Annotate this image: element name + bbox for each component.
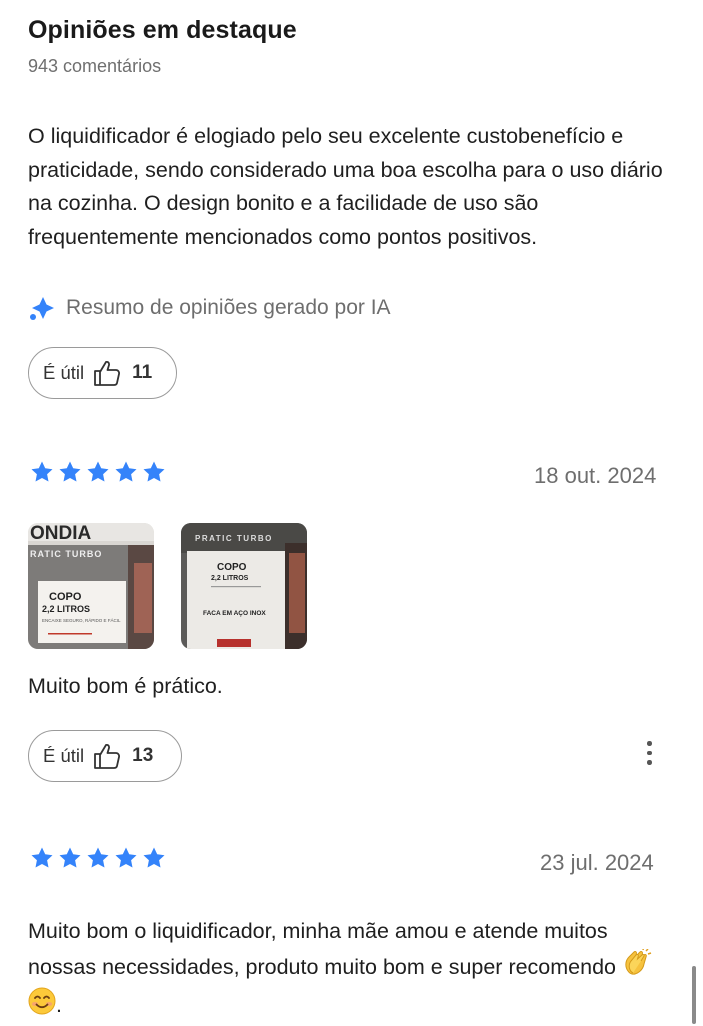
photo-line3-text: FACA EM AÇO INOX xyxy=(203,610,266,617)
review-text: Muito bom o liquidificador, minha mãe am… xyxy=(28,919,617,979)
star-icon xyxy=(59,461,81,482)
smiling-face-icon xyxy=(28,987,56,1026)
star-icon xyxy=(143,461,165,482)
star-icon xyxy=(115,461,137,482)
review-date: 18 out. 2024 xyxy=(534,463,657,488)
review-photo[interactable]: PRATIC TURBO COPO 2,2 LITROS FACA EM AÇO… xyxy=(181,523,307,649)
useful-button[interactable]: É útil 13 xyxy=(28,730,182,782)
star-icon xyxy=(87,461,109,482)
ai-summary-text: O liquidificador é elogiado pelo seu exc… xyxy=(28,124,663,249)
star-icon xyxy=(115,847,137,868)
star-icon xyxy=(59,847,81,868)
photo-line1-text: COPO xyxy=(217,562,247,573)
photo-line2-text: 2,2 LITROS xyxy=(211,575,249,582)
ai-summary-label: Resumo de opiniões gerado por IA xyxy=(66,296,391,319)
star-icon xyxy=(87,847,109,868)
review-photo[interactable]: ONDIA RATIC TURBO COPO 2,2 LITROS ENCAIX… xyxy=(28,523,154,649)
photo-brand-text: ONDIA xyxy=(30,523,92,544)
rating-stars xyxy=(30,846,166,870)
star-icon xyxy=(143,847,165,868)
comments-count: 943 comentários xyxy=(28,56,162,76)
photo-line2-text: 2,2 LITROS xyxy=(42,604,90,614)
section-title: Opiniões em destaque xyxy=(28,16,297,44)
star-icon xyxy=(31,847,53,868)
review-text-end: . xyxy=(56,992,62,1017)
ai-summary-label-row: Resumo de opiniões gerado por IA xyxy=(28,294,391,322)
useful-count: 13 xyxy=(132,745,154,766)
review-date: 23 jul. 2024 xyxy=(540,850,654,875)
thumbs-up-icon xyxy=(94,743,121,769)
review-text-block: Muito bom o liquidificador, minha mãe am… xyxy=(28,915,678,1026)
photo-product-text: RATIC TURBO xyxy=(30,549,102,559)
useful-button-summary[interactable]: É útil 11 xyxy=(28,347,177,399)
useful-label: É útil xyxy=(43,362,85,383)
useful-label: É útil xyxy=(43,745,85,766)
review-text: Muito bom é prático. xyxy=(28,674,223,698)
thumbs-up-icon xyxy=(94,360,121,386)
useful-count: 11 xyxy=(132,362,153,383)
rating-stars xyxy=(30,460,166,484)
more-options-icon[interactable] xyxy=(647,741,652,765)
star-icon xyxy=(31,461,53,482)
photo-line1-text: COPO xyxy=(49,591,82,603)
clapping-hands-icon xyxy=(622,947,652,988)
photo-product-text: PRATIC TURBO xyxy=(195,534,273,543)
photo-line3-text: ENCAIXE SEGURO, RÁPIDO E FÁCIL xyxy=(42,617,121,623)
sparkle-icon xyxy=(30,297,54,320)
scrollbar[interactable] xyxy=(692,966,696,1024)
